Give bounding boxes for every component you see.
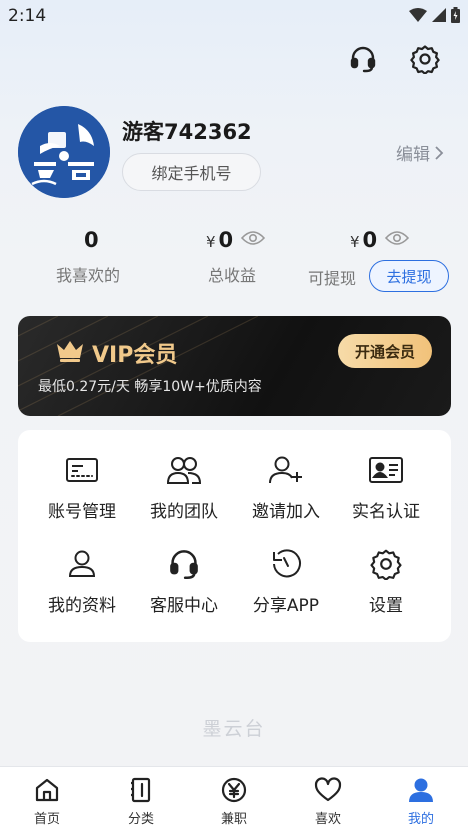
customer-service-button[interactable]	[344, 40, 382, 78]
menu-item-profile[interactable]: 我的资料	[32, 546, 132, 626]
wifi-icon	[409, 7, 427, 22]
menu-item-team[interactable]: 我的团队	[134, 452, 234, 532]
menu-item-support[interactable]: 客服中心	[134, 546, 234, 626]
menu-label: 客服中心	[150, 596, 218, 616]
tab-label: 分类	[127, 812, 154, 827]
total-income-label: 总收益	[208, 266, 257, 285]
user-icon	[409, 778, 433, 802]
vip-title: VIP会员	[92, 343, 178, 368]
yen-icon	[221, 777, 247, 803]
add-user-icon	[269, 456, 302, 484]
battery-icon	[451, 7, 460, 23]
bottom-tab-bar: 首页 分类 兼职 喜欢 我的	[0, 766, 468, 832]
withdraw-button[interactable]: 去提现	[369, 260, 449, 292]
crown-icon	[57, 341, 83, 362]
withdrawable-amount: ¥ 0	[350, 228, 410, 252]
tab-label: 我的	[407, 812, 434, 827]
tab-favorites[interactable]: 喜欢	[298, 777, 358, 827]
tab-label: 首页	[33, 812, 60, 827]
liked-count: 0	[84, 228, 99, 252]
avatar[interactable]	[18, 106, 110, 198]
verify-card-icon	[369, 457, 403, 483]
profile-icon	[68, 550, 96, 577]
gear-icon	[410, 45, 440, 74]
team-icon	[166, 457, 202, 484]
vip-banner[interactable]: VIP会员 最低0.27元/天 畅享10W+优质内容 开通会员	[18, 316, 451, 416]
tab-home[interactable]: 首页	[17, 777, 77, 827]
menu-label: 我的团队	[150, 502, 218, 522]
tab-label: 兼职	[220, 812, 247, 827]
eye-icon[interactable]	[385, 230, 410, 246]
chevron-right-icon	[435, 145, 444, 160]
brand-footer: 墨云台	[202, 718, 266, 740]
home-icon	[35, 778, 59, 802]
vip-subtitle: 最低0.27元/天 畅享10W+优质内容	[38, 379, 262, 395]
menu-label: 账号管理	[48, 502, 116, 522]
signal-icon	[432, 7, 446, 22]
edit-label: 编辑	[396, 145, 430, 165]
gear-icon	[370, 549, 402, 580]
menu-item-account[interactable]: 账号管理	[32, 452, 132, 532]
eye-icon[interactable]	[241, 230, 266, 246]
status-time: 2:14	[8, 6, 47, 26]
liked-label[interactable]: 我喜欢的	[56, 262, 120, 286]
tab-mine[interactable]: 我的	[391, 777, 451, 827]
headset-icon	[350, 46, 376, 73]
id-card-icon	[66, 458, 98, 482]
total-income-amount: ¥ 0	[206, 228, 266, 252]
withdrawable-label: 可提现	[308, 269, 357, 288]
tab-label: 喜欢	[314, 812, 341, 827]
headset-icon	[170, 550, 198, 579]
status-bar: 2:14	[0, 0, 468, 32]
menu-label: 分享APP	[252, 596, 320, 616]
settings-button[interactable]	[406, 40, 444, 78]
tab-category[interactable]: 分类	[111, 777, 171, 827]
total-income-value: 0	[218, 228, 234, 252]
menu-item-share[interactable]: 分享APP	[236, 546, 336, 626]
edit-profile-button[interactable]: 编辑	[396, 140, 444, 165]
category-icon	[131, 777, 151, 803]
brand-logo-icon	[18, 106, 110, 198]
tab-parttime[interactable]: 兼职	[204, 777, 264, 827]
bind-phone-button[interactable]: 绑定手机号	[122, 153, 261, 191]
function-grid: 账号管理 我的团队 邀请加入 实名认证 我的资料 客服中心 分享APP 设置	[18, 430, 451, 642]
menu-label: 我的资料	[48, 596, 116, 616]
open-vip-button[interactable]: 开通会员	[338, 334, 432, 368]
system-icons	[409, 7, 460, 23]
menu-item-settings[interactable]: 设置	[336, 546, 436, 626]
heart-icon	[314, 777, 342, 802]
username: 游客742362	[122, 120, 252, 144]
menu-item-invite[interactable]: 邀请加入	[236, 452, 336, 532]
liked-value: 0	[84, 228, 99, 252]
menu-label: 设置	[369, 596, 403, 616]
menu-item-verify[interactable]: 实名认证	[336, 452, 436, 532]
withdrawable-value: 0	[362, 228, 378, 252]
withdrawable-currency: ¥	[350, 233, 360, 251]
menu-label: 实名认证	[352, 502, 420, 522]
total-income-currency: ¥	[206, 233, 216, 251]
share-refresh-icon	[273, 549, 301, 578]
menu-label: 邀请加入	[252, 502, 320, 522]
